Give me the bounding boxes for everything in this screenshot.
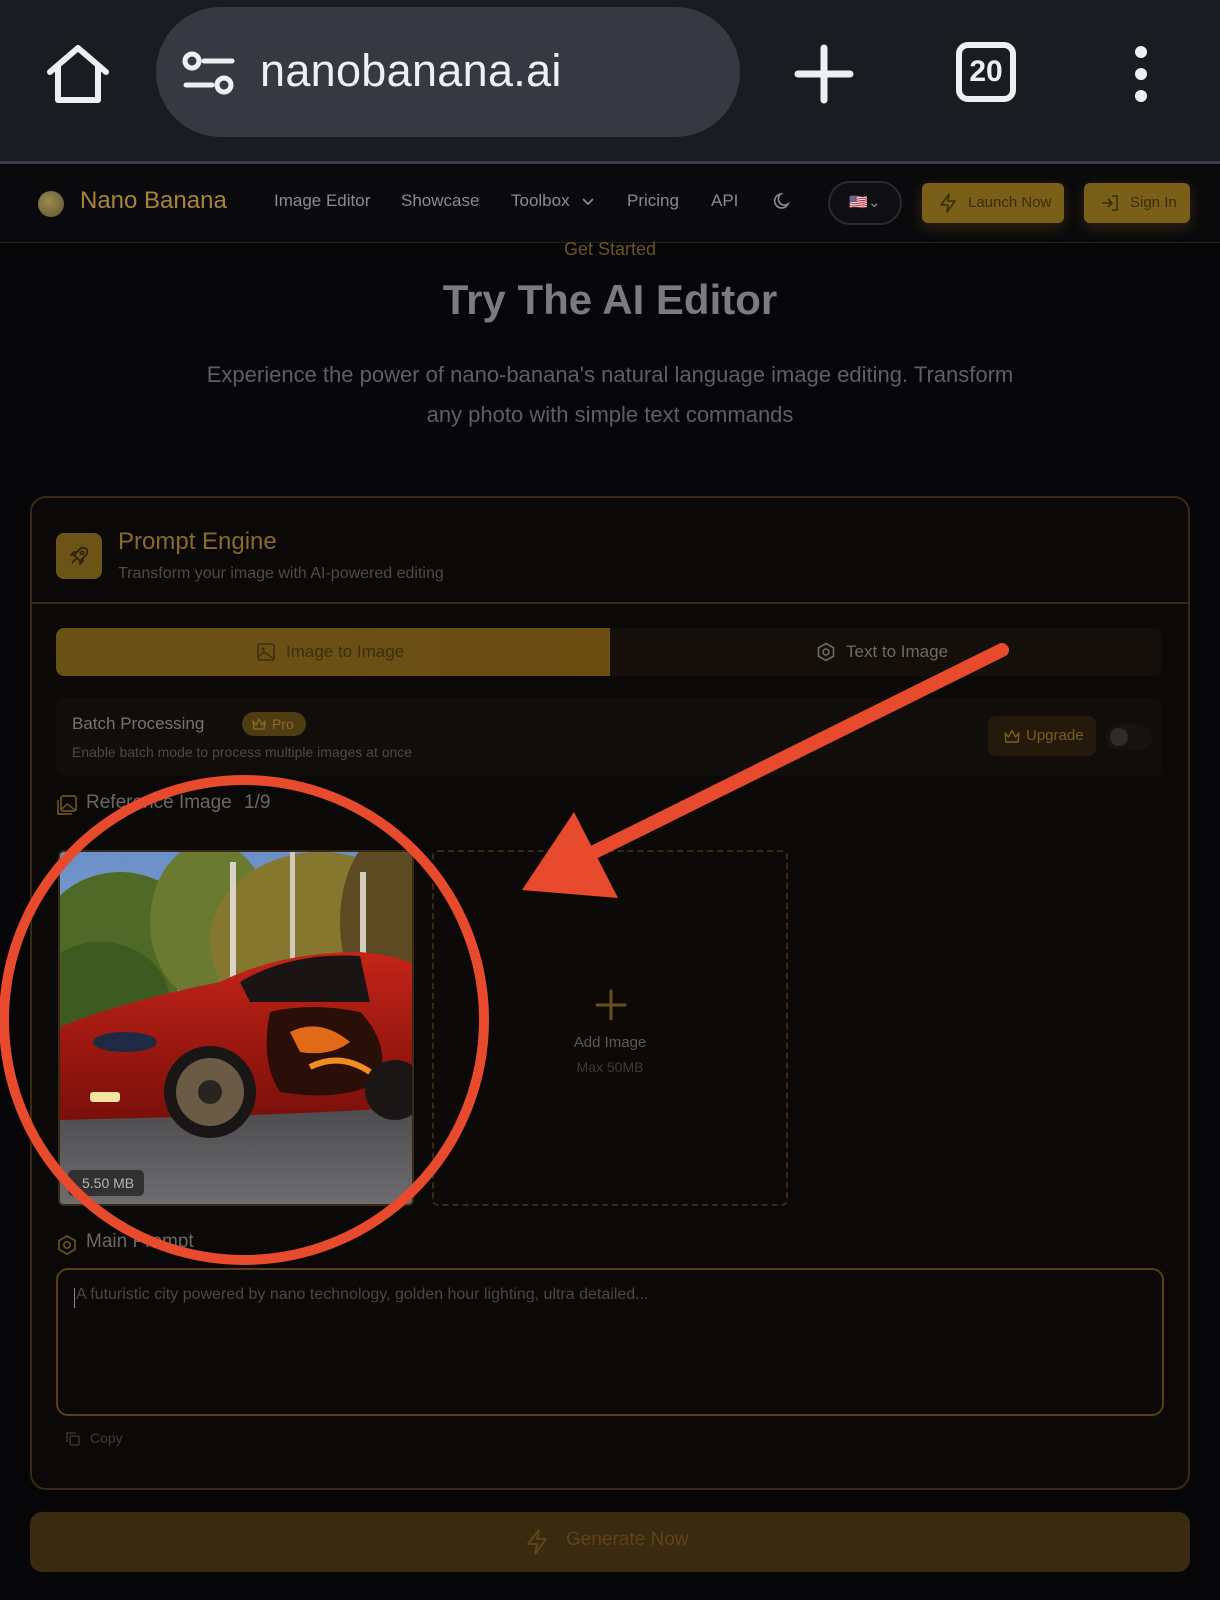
moon-icon[interactable]	[773, 191, 793, 211]
car-photo	[60, 852, 412, 1204]
upgrade-label: Upgrade	[1026, 727, 1084, 744]
tab-label: Image to Image	[286, 642, 405, 661]
card-subtitle: Transform your image with AI-powered edi…	[118, 565, 444, 582]
browser-toolbar: nanobanana.ai 20	[0, 0, 1220, 164]
add-image-label: Add Image	[573, 1034, 647, 1051]
sign-in-label: Sign In	[1130, 194, 1177, 211]
image-icon	[257, 643, 275, 661]
hexagon-icon	[58, 1235, 76, 1255]
prompt-textarea[interactable]: A futuristic city powered by nano techno…	[56, 1268, 1164, 1416]
pro-badge: Pro	[242, 712, 306, 736]
crown-icon	[1004, 729, 1020, 743]
nav-link-pricing[interactable]: Pricing	[627, 191, 679, 211]
lightning-icon	[527, 1529, 547, 1555]
crown-icon	[252, 718, 266, 730]
pro-badge-label: Pro	[272, 716, 294, 732]
tab-switcher-button[interactable]: 20	[956, 42, 1016, 102]
tab-label: Text to Image	[846, 642, 949, 661]
main-prompt-label: Main Prompt	[86, 1231, 194, 1252]
prompt-engine-card: Prompt Engine Transform your image with …	[30, 496, 1190, 1490]
chevron-down-icon: ⌄	[868, 194, 881, 211]
copy-label: Copy	[90, 1430, 123, 1446]
brand-name[interactable]: Nano Banana	[80, 187, 227, 215]
tab-text-to-image[interactable]: Text to Image	[610, 628, 1162, 676]
copy-icon	[66, 1432, 80, 1446]
nav-link-showcase[interactable]: Showcase	[401, 191, 479, 211]
thumbnail-file-size: 5.50 MB	[68, 1170, 145, 1196]
home-icon[interactable]	[44, 40, 112, 108]
card-header: Prompt Engine Transform your image with …	[32, 498, 1188, 604]
url-text[interactable]: nanobanana.ai	[260, 45, 562, 97]
text-cursor	[74, 1288, 75, 1308]
chevron-down-icon[interactable]	[582, 198, 594, 206]
rocket-icon	[70, 546, 89, 565]
generate-now-button[interactable]: Generate Now	[30, 1512, 1190, 1572]
reference-image-label: Reference Image	[86, 792, 232, 813]
site-header: Nano Banana Image Editor Showcase Toolbo…	[0, 167, 1220, 243]
tab-image-to-image[interactable]: Image to Image	[56, 628, 610, 676]
sign-in-icon	[1102, 195, 1118, 211]
lightning-icon	[940, 193, 956, 213]
nav-link-toolbox[interactable]: Toolbox	[511, 191, 570, 211]
nav-link-image-editor[interactable]: Image Editor	[274, 191, 370, 211]
section-eyebrow: Get Started	[563, 239, 657, 259]
mode-tabs: Image to Image Text to Image	[56, 628, 1162, 676]
images-icon	[57, 795, 77, 815]
card-title: Prompt Engine	[118, 528, 277, 555]
site-settings-icon[interactable]	[182, 49, 236, 97]
add-image-limit: Max 50MB	[576, 1059, 644, 1075]
new-tab-icon[interactable]	[794, 44, 854, 104]
rocket-icon-box	[56, 533, 102, 579]
reference-image-thumbnail[interactable]: 5.50 MB	[58, 850, 414, 1206]
address-bar[interactable]: nanobanana.ai	[156, 7, 740, 137]
page-title: Try The AI Editor	[442, 276, 778, 323]
batch-description: Enable batch mode to process multiple im…	[72, 744, 413, 760]
prompt-placeholder: A futuristic city powered by nano techno…	[76, 1286, 649, 1303]
language-selector[interactable]: 🇺🇸⌄	[828, 181, 902, 225]
batch-toggle[interactable]	[1106, 724, 1152, 750]
sign-in-button[interactable]: Sign In	[1084, 183, 1190, 223]
hexagon-icon	[817, 642, 835, 662]
add-image-dropzone[interactable]: Add Image Max 50MB	[432, 850, 788, 1206]
us-flag-icon: 🇺🇸	[849, 194, 869, 211]
banana-logo-icon[interactable]	[38, 191, 64, 217]
launch-now-label: Launch Now	[968, 194, 1052, 211]
generate-now-label: Generate Now	[566, 1529, 689, 1550]
nav-link-api[interactable]: API	[711, 191, 738, 211]
batch-processing-panel: Batch Processing Pro Enable batch mode t…	[56, 698, 1162, 776]
launch-now-button[interactable]: Launch Now	[922, 183, 1064, 223]
batch-title: Batch Processing	[72, 714, 205, 733]
plus-icon	[595, 989, 627, 1021]
page-subtitle: Experience the power of nano-banana's na…	[206, 362, 1014, 427]
more-menu-icon[interactable]	[1126, 44, 1156, 104]
upgrade-button[interactable]: Upgrade	[988, 716, 1096, 756]
reference-image-count: 1/9	[244, 792, 271, 813]
